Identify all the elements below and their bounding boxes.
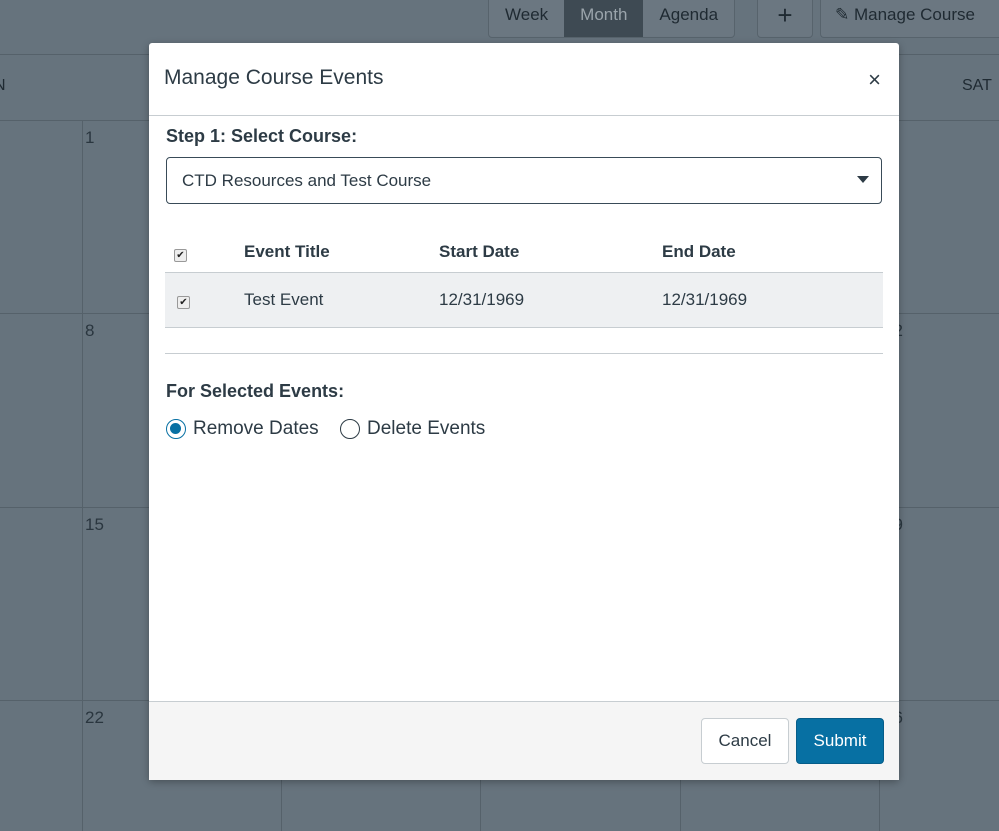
row-checkbox[interactable]: ✔ [177, 296, 190, 309]
view-switcher: Week Month Agenda [488, 0, 736, 38]
header-start-date: Start Date [439, 242, 520, 261]
event-title: Test Event [244, 290, 324, 309]
delete-events-label[interactable]: Delete Events [367, 418, 485, 440]
table-row: ✔ Test Event 12/31/1969 12/31/1969 [165, 272, 883, 328]
event-start-date: 12/31/1969 [439, 290, 525, 309]
close-icon[interactable]: × [868, 67, 881, 93]
day-number[interactable]: 8 [85, 321, 94, 341]
cancel-button[interactable]: Cancel [701, 718, 789, 764]
manage-course-button[interactable]: ✎ Manage Course [820, 0, 999, 38]
step1-label: Step 1: Select Course: [166, 126, 358, 146]
select-all-checkbox[interactable]: ✔ [174, 249, 187, 262]
header-end-date: End Date [662, 242, 736, 261]
delete-events-radio[interactable] [340, 419, 360, 439]
day-number[interactable]: 1 [85, 128, 94, 148]
divider [165, 353, 883, 354]
pencil-icon: ✎ [835, 5, 850, 24]
dialog-title: Manage Course Events [164, 66, 384, 89]
add-event-button[interactable]: + [757, 0, 813, 38]
tab-week[interactable]: Week [489, 0, 564, 37]
header-event-title: Event Title [244, 242, 330, 261]
course-select[interactable]: CTD Resources and Test Course [166, 157, 882, 204]
manage-course-events-dialog: Manage Course Events × Step 1: Select Co… [149, 43, 899, 780]
course-select-value: CTD Resources and Test Course [182, 171, 432, 190]
dialog-footer: Cancel Submit [149, 701, 899, 780]
manage-course-label: Manage Course [853, 5, 975, 24]
day-name-sat: SAT [962, 77, 992, 94]
day-number[interactable]: 22 [85, 708, 104, 728]
selected-events-label: For Selected Events: [166, 381, 345, 401]
tab-month[interactable]: Month [564, 0, 644, 37]
event-end-date: 12/31/1969 [662, 290, 748, 309]
tab-agenda[interactable]: Agenda [643, 0, 734, 37]
caret-down-icon [857, 176, 869, 183]
day-number[interactable]: 15 [85, 515, 104, 535]
submit-button[interactable]: Submit [796, 718, 884, 764]
plus-icon: + [777, 0, 793, 30]
remove-dates-radio[interactable] [166, 419, 186, 439]
day-name-partial: N [0, 77, 6, 95]
remove-dates-label[interactable]: Remove Dates [193, 418, 319, 440]
